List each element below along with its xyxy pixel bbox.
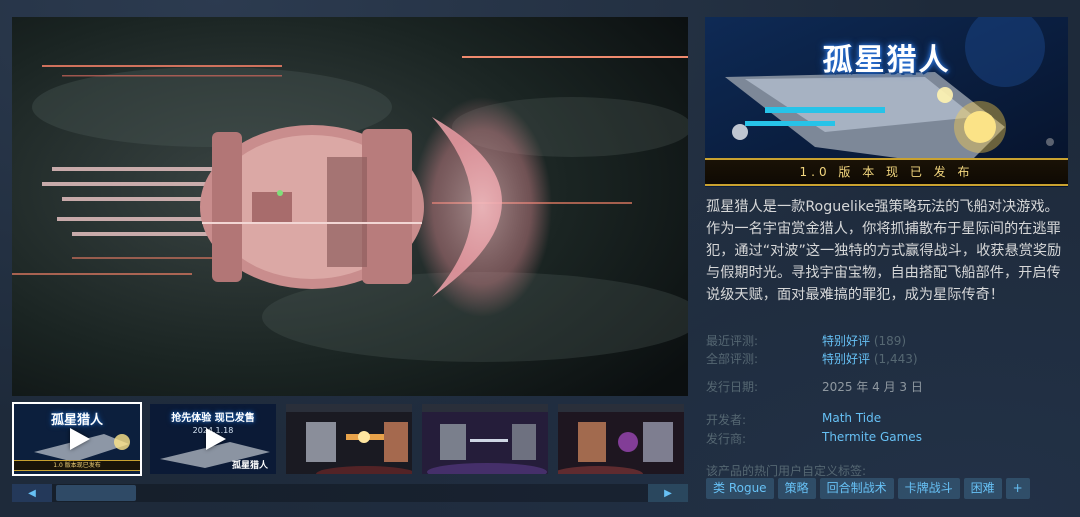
capsule-ribbon-wrap: 1.0 版 本 现 已 发 布 [705,154,1068,187]
scroll-handle[interactable] [56,485,136,501]
thumbnail-screenshot-4[interactable] [420,402,550,476]
thumb-title: 孤星猎人 [50,413,103,428]
add-tag-button[interactable]: + [1005,478,1030,499]
all-reviews-value[interactable]: 特别好评 [822,352,870,366]
game-description: 孤星猎人是一款Roguelike强策略玩法的飞船对决游戏。作为一名宇宙赏金猎人，… [706,199,1062,303]
thumbnail-video-1[interactable]: 孤星猎人 1.0 版本现已发布 [12,402,142,476]
recent-reviews-value[interactable]: 特别好评 [822,334,870,348]
all-reviews-summary[interactable]: 特别好评 (1,443) [822,350,918,367]
thumbnail-strip: 孤星猎人 1.0 版本现已发布 抢先体验 现已发售 2024.1.18 孤星猎人 [12,402,688,480]
thumbnail-video-2[interactable]: 抢先体验 现已发售 2024.1.18 孤星猎人 [148,402,278,476]
thumbnail-screenshot-3[interactable] [284,402,414,476]
developer-link[interactable]: Math Tide [822,411,881,425]
arrow-left-icon[interactable]: ◀ [12,484,52,502]
publisher-label: 发行商: [706,432,747,446]
game-scene-image [12,17,688,396]
recent-reviews-label: 最近评测: [706,334,759,348]
all-reviews-label: 全部评测: [706,352,759,366]
capsule-game-title: 孤星猎人 [822,43,951,78]
tag-difficult[interactable]: 困难 [963,478,1002,499]
tag-card-battle[interactable]: 卡牌战斗 [897,478,960,499]
play-icon [206,428,226,450]
thumb-bg [286,404,412,474]
publisher-link[interactable]: Thermite Games [822,430,922,444]
release-date-value: 2025 年 4 月 3 日 [822,380,923,394]
tags-heading: 该产品的热门用户自定义标签: [706,464,867,478]
tag-list: 类 Rogue 策略 回合制战术 卡牌战斗 困难 + [706,478,1030,499]
developer-label: 开发者: [706,413,747,427]
recent-reviews-count: (189) [873,334,907,348]
all-reviews-count: (1,443) [873,352,918,366]
thumb-bg [422,404,548,474]
thumb-logo: 孤星猎人 [231,461,268,471]
thumb-bg [558,404,684,474]
recent-reviews-summary[interactable]: 特别好评 (189) [822,332,906,349]
arrow-right-icon[interactable]: ▶ [648,484,688,502]
thumbnail-screenshot-5[interactable] [556,402,686,476]
thumb-ribbon: 1.0 版本现已发布 [14,460,140,471]
main-screenshot[interactable] [12,17,688,396]
tag-turn-based-tactics[interactable]: 回合制战术 [819,478,894,499]
play-icon [70,428,90,450]
tag-strategy[interactable]: 策略 [777,478,816,499]
thumb-title: 抢先体验 现已发售 [171,413,255,424]
thumbnail-scrollbar[interactable]: ◀ ▶ [12,484,688,502]
capsule-ribbon: 1.0 版 本 现 已 发 布 [705,158,1068,186]
tag-rogue[interactable]: 类 Rogue [706,478,774,499]
release-date-label: 发行日期: [706,380,759,394]
